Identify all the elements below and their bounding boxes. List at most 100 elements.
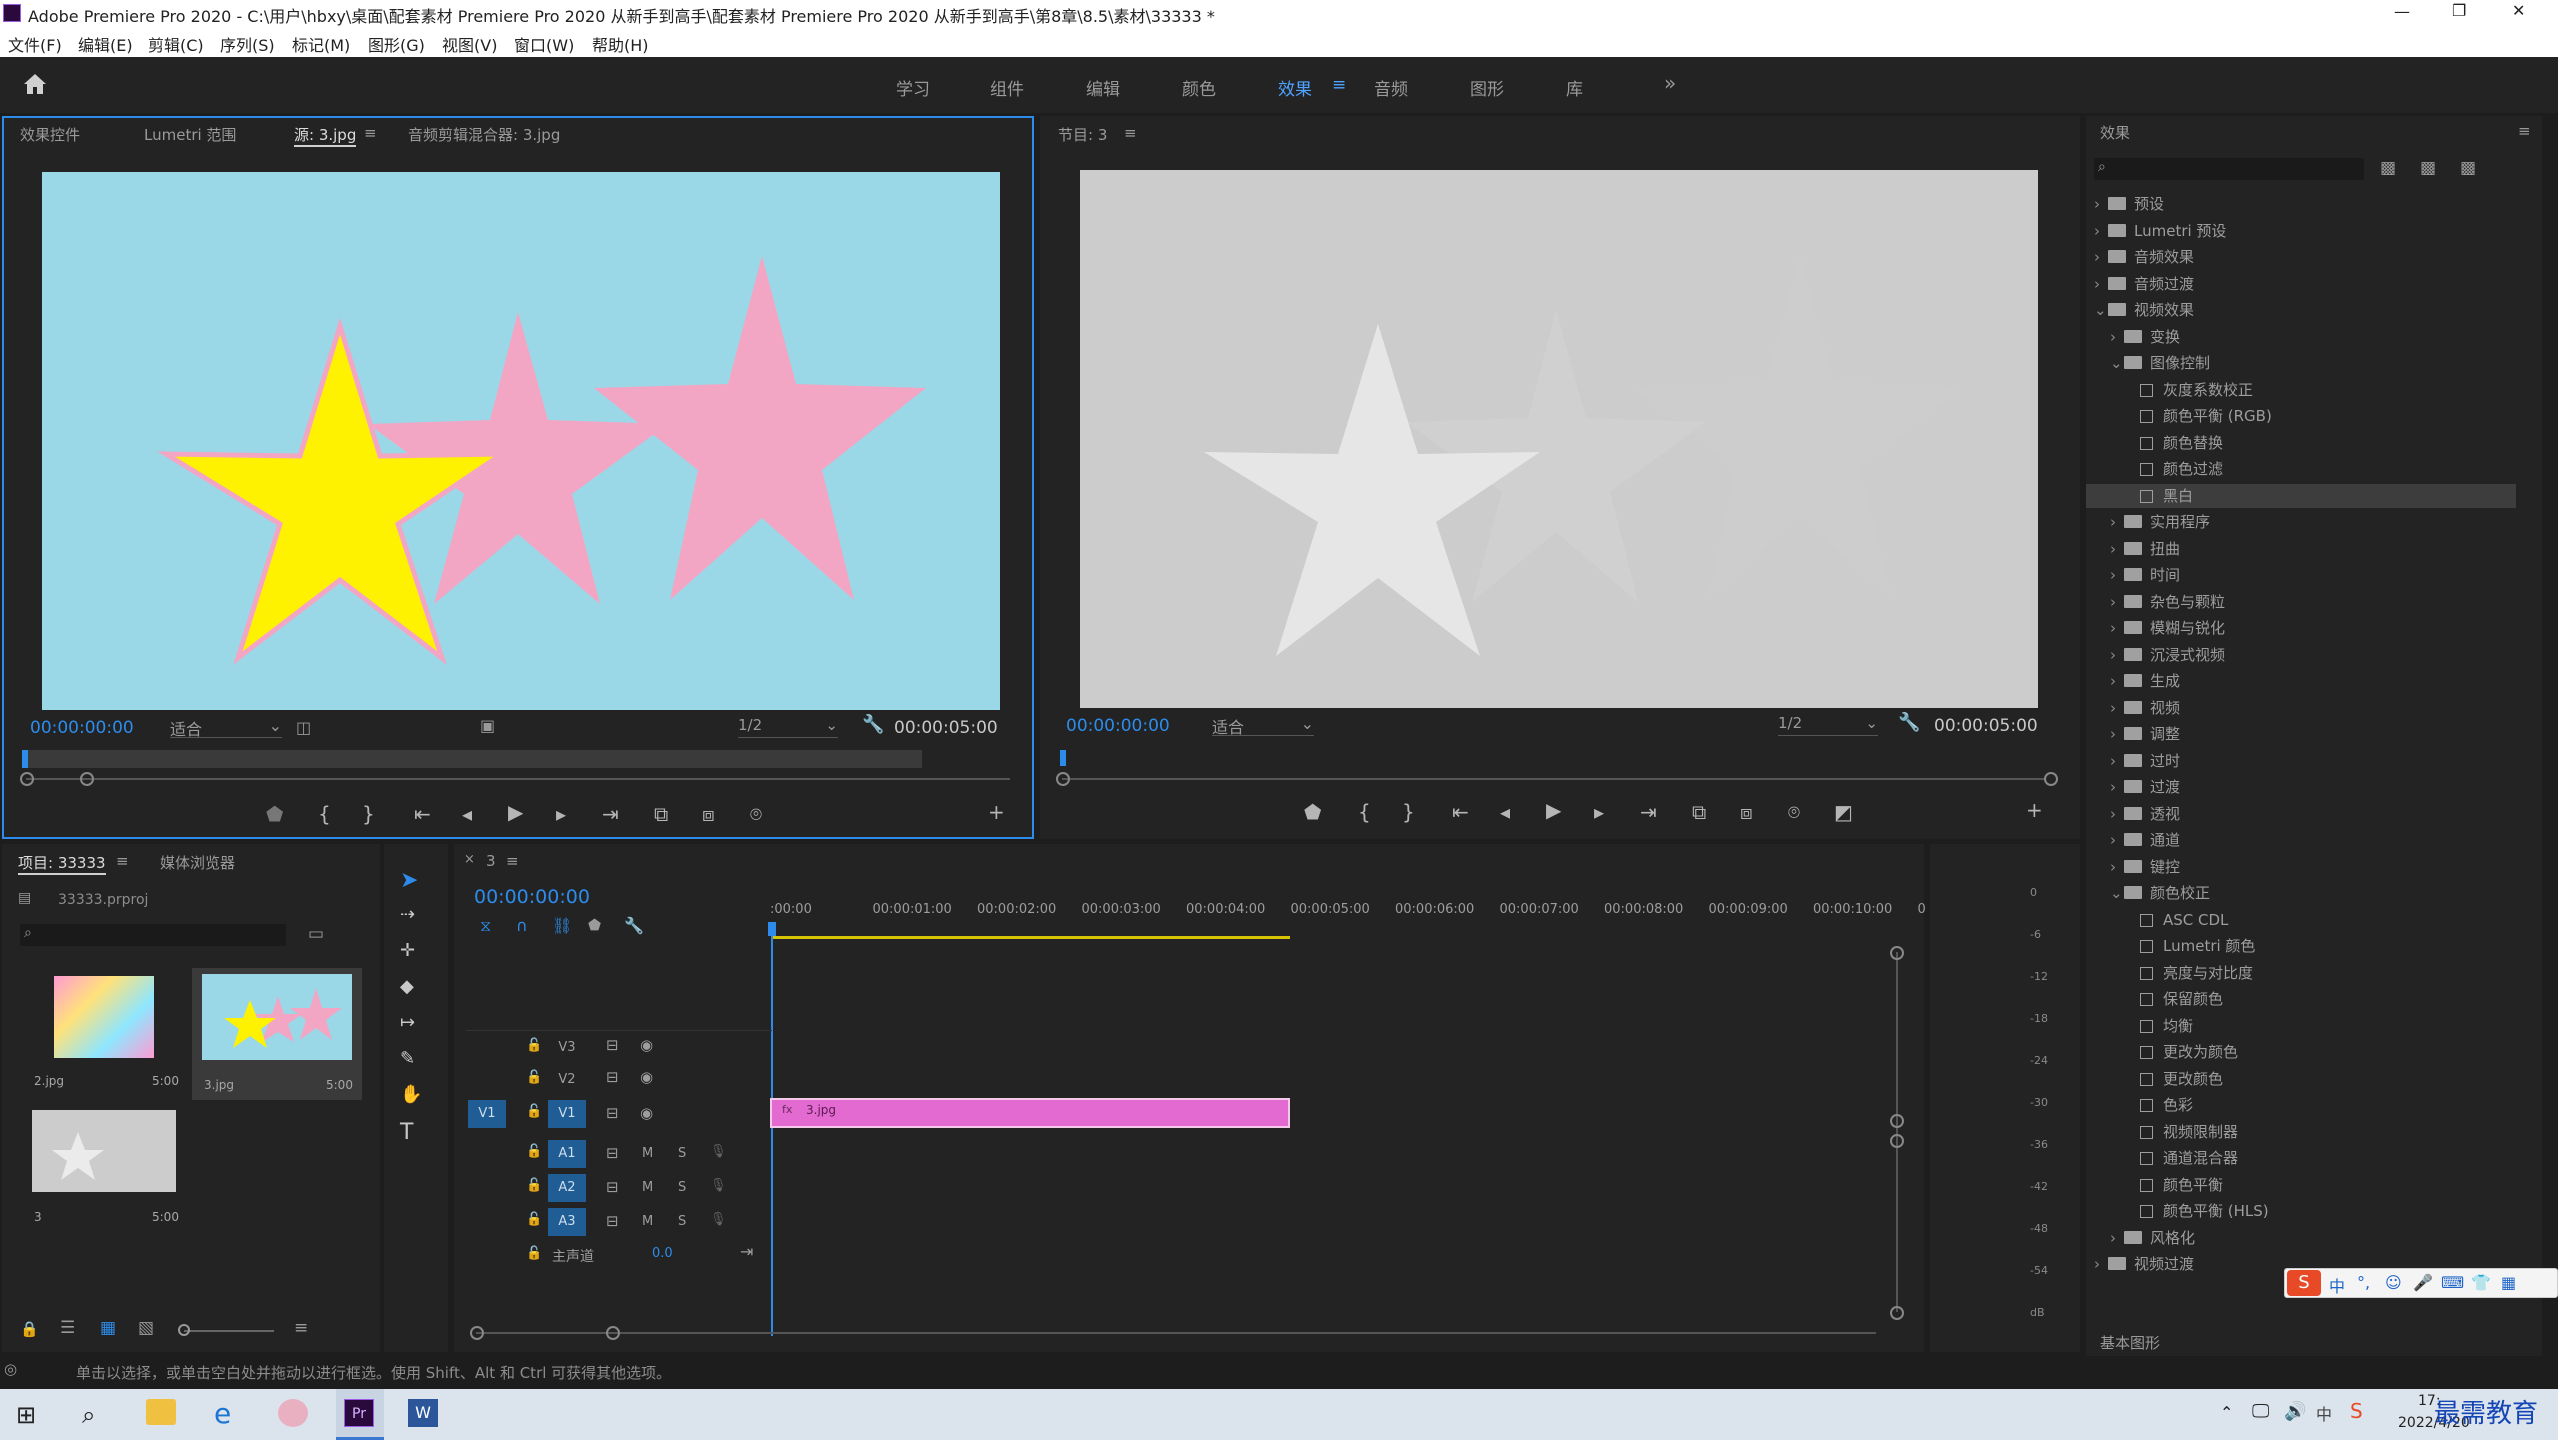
tab-lumetri-scopes[interactable]: Lumetri 范围 (144, 124, 236, 145)
effect-item[interactable]: 保留颜色 (2086, 987, 2516, 1011)
add-marker-icon[interactable]: ⬟ (1304, 800, 1321, 824)
effect-item[interactable]: 通道混合器 (2086, 1146, 2516, 1170)
ime-mode-chinese[interactable]: 中 (2329, 1273, 2345, 1297)
lock-icon[interactable]: 🔓 (526, 1178, 542, 1193)
icon-view-icon[interactable]: ▦ (100, 1318, 116, 1338)
extract-icon[interactable]: ⧈ (1740, 800, 1753, 824)
go-to-out-icon[interactable]: ⇥ (602, 802, 619, 826)
panel-menu-icon[interactable]: ≡ (506, 852, 519, 870)
effect-item[interactable]: 视频限制器 (2086, 1120, 2516, 1144)
mic-icon[interactable]: 🎙 (710, 1144, 727, 1159)
export-frame-icon[interactable]: ⌾ (1788, 800, 1800, 824)
workspace-audio[interactable]: 音频 (1374, 75, 1408, 100)
effects-folder[interactable]: › 过渡 (2086, 775, 2516, 799)
emoji-icon[interactable]: ☺ (2385, 1273, 2402, 1292)
eye-icon[interactable]: ◉ (640, 1036, 653, 1054)
menu-edit[interactable]: 编辑(E) (78, 32, 133, 56)
safe-margins-icon[interactable]: ◫ (296, 718, 311, 737)
volume-icon[interactable]: 🔊 (2284, 1401, 2306, 1422)
tab-media-browser[interactable]: 媒体浏览器 (160, 852, 235, 873)
effect-item[interactable]: 灰度系数校正 (2086, 378, 2516, 402)
add-button-icon[interactable]: + (2026, 798, 2043, 822)
tab-sequence[interactable]: 3 (486, 852, 496, 870)
more-workspaces-button[interactable]: » (1664, 71, 1676, 95)
chevron-right-icon[interactable]: › (2110, 1226, 2124, 1250)
effects-folder[interactable]: › 模糊与锐化 (2086, 616, 2516, 640)
punctuation-icon[interactable]: °, (2357, 1273, 2370, 1292)
settings-wrench-icon[interactable]: 🔧 (862, 714, 884, 735)
add-button-icon[interactable]: + (988, 800, 1005, 824)
effects-folder[interactable]: ⌄ 视频效果 (2086, 298, 2516, 322)
effect-item[interactable]: 颜色过滤 (2086, 457, 2516, 481)
effects-folder[interactable]: › 过时 (2086, 749, 2516, 773)
hscroll-handle-left[interactable] (470, 1326, 484, 1340)
32bit-effects-icon[interactable]: ▩ (2420, 158, 2436, 178)
lift-icon[interactable]: ⧉ (1692, 800, 1706, 824)
insert-button-icon[interactable]: ⧉ (654, 802, 668, 826)
word-icon[interactable]: W (408, 1399, 438, 1427)
voice-icon[interactable]: 🎤 (2413, 1273, 2433, 1292)
mark-out-icon[interactable]: } (362, 802, 375, 826)
go-to-in-icon[interactable]: ⇤ (414, 802, 431, 826)
track-label[interactable]: A1 (548, 1140, 586, 1168)
effects-folder[interactable]: › Lumetri 预设 (2086, 219, 2516, 243)
master-volume[interactable]: 0.0 (652, 1246, 673, 1261)
workspace-editing[interactable]: 编辑 (1086, 75, 1120, 100)
horizontal-scrollbar[interactable] (476, 1332, 1876, 1334)
home-icon[interactable] (22, 72, 48, 96)
workspace-color[interactable]: 颜色 (1182, 75, 1216, 100)
project-item-sequence-3[interactable]: 3 5:00 (20, 1106, 186, 1230)
solo-button[interactable]: S (678, 1180, 686, 1195)
zoom-handle-right[interactable] (80, 772, 94, 786)
effects-search-input[interactable] (2116, 160, 2356, 178)
effect-item[interactable]: 颜色替换 (2086, 431, 2516, 455)
effects-folder[interactable]: › 视频 (2086, 696, 2516, 720)
nest-icon[interactable]: ⧖ (480, 916, 491, 936)
sort-icon[interactable]: ≡ (294, 1318, 308, 1338)
overwrite-button-icon[interactable]: ⧈ (702, 802, 715, 826)
effects-folder[interactable]: › 通道 (2086, 828, 2516, 852)
effects-folder[interactable]: › 扭曲 (2086, 537, 2516, 561)
search-icon[interactable]: ⌕ (82, 1401, 95, 1429)
mute-button[interactable]: M (642, 1180, 653, 1195)
chevron-right-icon[interactable]: › (2110, 749, 2124, 773)
solo-button[interactable]: S (678, 1146, 686, 1161)
zoom-handle-left[interactable] (1056, 772, 1070, 786)
export-frame-icon[interactable]: ⌾ (750, 802, 762, 826)
toolbox-icon[interactable]: ▦ (2501, 1273, 2516, 1292)
effect-item[interactable]: 黑白 (2086, 483, 2516, 508)
type-tool-icon[interactable]: T (400, 1120, 413, 1145)
lock-icon[interactable]: 🔓 (526, 1144, 542, 1159)
chevron-right-icon[interactable]: › (2110, 325, 2124, 349)
add-marker-icon[interactable]: ⬟ (588, 916, 601, 934)
source-playhead[interactable] (22, 750, 28, 768)
sync-icon[interactable]: ⊟ (606, 1068, 619, 1086)
effects-folder[interactable]: ⌄ 颜色校正 (2086, 881, 2516, 905)
timeline-timecode[interactable]: 00:00:00:00 (474, 886, 590, 908)
basic-graphics-tab[interactable]: 基本图形 (2100, 1332, 2160, 1353)
program-resolution-dropdown[interactable]: 1/2 ⌄ (1778, 714, 1878, 736)
program-zoom-bar[interactable] (1062, 778, 2046, 780)
accelerated-effects-icon[interactable]: ▩ (2380, 158, 2396, 178)
slip-tool-icon[interactable]: ↦ (400, 1012, 415, 1033)
mic-icon[interactable]: 🎙 (710, 1178, 727, 1193)
effects-folder[interactable]: › 音频效果 (2086, 245, 2516, 269)
time-ruler[interactable]: :00:00 00:00:01:00 00:00:02:00 00:00:03:00 0… (770, 902, 1926, 934)
chevron-right-icon[interactable]: › (2094, 272, 2108, 296)
snap-icon[interactable]: ∩ (516, 916, 528, 935)
chevron-right-icon[interactable]: › (2110, 590, 2124, 614)
effect-item[interactable]: 颜色平衡 (RGB) (2086, 404, 2516, 428)
hand-tool-icon[interactable]: ✋ (400, 1084, 422, 1105)
chevron-right-icon[interactable]: › (2094, 245, 2108, 269)
slider-handle[interactable] (178, 1324, 190, 1336)
timeline-playhead[interactable] (768, 922, 776, 936)
restore-button[interactable]: ❐ (2452, 1, 2466, 20)
effects-folder[interactable]: › 音频过渡 (2086, 272, 2516, 296)
effects-folder[interactable]: › 预设 (2086, 192, 2516, 216)
chevron-right-icon[interactable]: › (2094, 1252, 2108, 1276)
track-label[interactable]: V3 (554, 1040, 580, 1055)
skin-icon[interactable]: 👕 (2471, 1273, 2491, 1292)
chevron-down-icon[interactable]: ⌄ (2110, 881, 2124, 905)
menu-graphics[interactable]: 图形(G) (368, 32, 425, 56)
new-bin-icon[interactable]: ▭ (308, 924, 324, 944)
